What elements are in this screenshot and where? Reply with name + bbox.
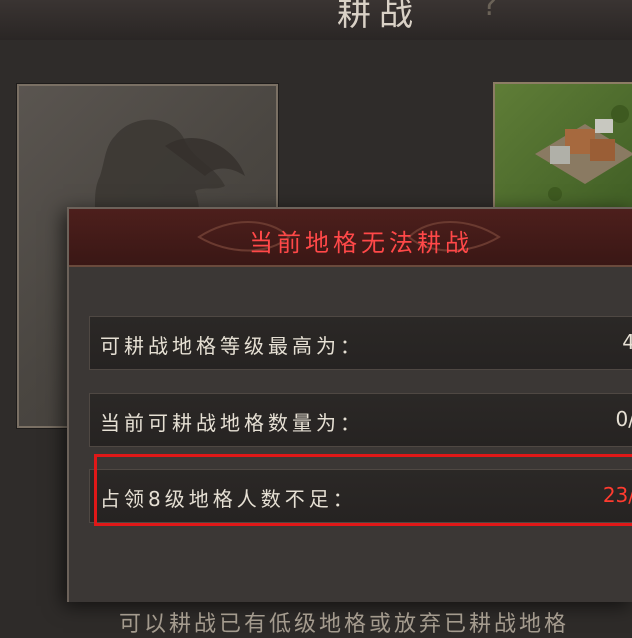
dialog-title: 当前地格无法耕战 — [249, 229, 473, 257]
dialog-header: 当前地格无法耕战 — [69, 209, 632, 267]
highlight-box — [94, 454, 632, 526]
help-icon[interactable]: ? — [482, 0, 498, 23]
territory-map-card[interactable] — [493, 82, 632, 226]
row-label: 当前可耕战地格数量为： — [100, 411, 364, 435]
max-level-row: 可耕战地格等级最高为： 4 — [89, 316, 632, 370]
tile-count-row: 当前可耕战地格数量为： 0/ — [89, 393, 632, 447]
row-value: 4 — [622, 330, 632, 354]
dialog-note: 可以耕战已有低级地格或放弃已耕战地格 — [119, 612, 570, 637]
row-label: 可耕战地格等级最高为： — [100, 334, 364, 358]
dialog-body: 可耕战地格等级最高为： 4 当前可耕战地格数量为： 0/ 占领8级地格人数不足：… — [69, 267, 632, 637]
row-value: 0/ — [615, 407, 632, 431]
page-title: 耕战 — [337, 0, 421, 34]
cannot-farm-dialog: 当前地格无法耕战 可耕战地格等级最高为： 4 当前可耕战地格数量为： 0/ 占领… — [67, 207, 632, 637]
top-title-bar: 耕战 ? — [0, 0, 632, 41]
city-buildings-icon — [535, 105, 632, 201]
